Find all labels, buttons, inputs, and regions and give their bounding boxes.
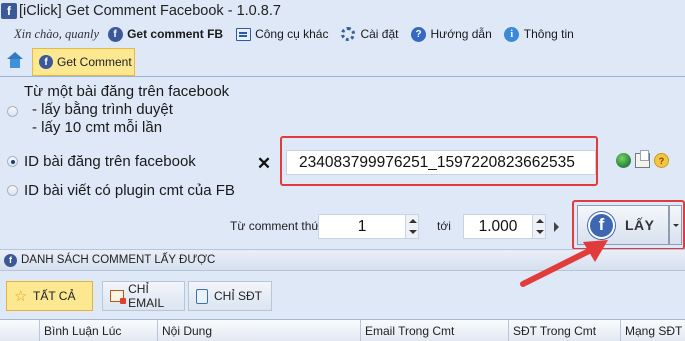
radio-plugin-id[interactable] xyxy=(7,185,18,196)
filter-phone-button[interactable]: CHỈ SĐT xyxy=(188,281,272,311)
paste-icon[interactable] xyxy=(635,150,650,168)
clear-icon[interactable]: ✕ xyxy=(254,154,274,174)
menu-get-comment-fb-label: Get comment FB xyxy=(127,27,224,41)
tools-icon xyxy=(235,26,251,42)
menu-info[interactable]: i Thông tin xyxy=(504,26,574,42)
app-facebook-icon: f xyxy=(1,3,17,19)
menu-settings[interactable]: Cài đặt xyxy=(340,26,399,42)
option-from-post-label: Từ một bài đăng trên facebook xyxy=(24,83,230,100)
globe-icon[interactable] xyxy=(616,153,631,168)
help-icon: ? xyxy=(411,26,427,42)
menu-other-tools-label: Công cụ khác xyxy=(255,27,329,41)
option-post-id-label: ID bài đăng trên facebook xyxy=(24,153,196,170)
filter-email-label: CHỈ EMAIL xyxy=(128,282,165,310)
mail-icon xyxy=(110,290,127,304)
facebook-icon: f xyxy=(107,26,123,42)
phone-icon xyxy=(196,288,208,304)
radio-from-post[interactable] xyxy=(7,106,18,117)
column-header-network[interactable]: Mạng SĐT xyxy=(620,320,685,341)
comment-list-title: DANH SÁCH COMMENT LẤY ĐƯỢC xyxy=(21,254,216,266)
filter-phone-label: CHỈ SĐT xyxy=(214,289,262,303)
tab-home[interactable] xyxy=(4,50,26,74)
play-arrow-icon xyxy=(554,222,559,232)
menu-other-tools[interactable]: Công cụ khác xyxy=(235,26,328,42)
window-title: [iClick] Get Comment Facebook - 1.0.8.7 xyxy=(19,3,281,19)
facebook-icon: f xyxy=(39,55,53,69)
menu-info-label: Thông tin xyxy=(523,27,574,41)
menu-bar: Xin chào, quanly f Get comment FB Công c… xyxy=(0,22,685,46)
get-button-dropdown[interactable] xyxy=(669,205,682,245)
filter-all-label: TẤT CẢ xyxy=(33,289,76,303)
greeting-text: Xin chào, quanly xyxy=(14,26,100,41)
tab-get-comment-label: Get Comment xyxy=(57,55,132,69)
from-comment-input[interactable]: 1 xyxy=(318,214,406,239)
option-from-post-sub2: - lấy 10 cmt mỗi lần xyxy=(32,119,163,136)
column-header-email[interactable]: Email Trong Cmt xyxy=(360,320,508,341)
filter-email-button[interactable]: CHỈ EMAIL xyxy=(102,281,185,311)
from-comment-spinner[interactable] xyxy=(405,214,419,239)
column-header-phone[interactable]: SĐT Trong Cmt xyxy=(508,320,620,341)
grid-header: Bình Luận Lúc Nội Dung Email Trong Cmt S… xyxy=(0,319,685,341)
info-icon: i xyxy=(504,26,520,42)
home-icon xyxy=(7,52,23,68)
radio-post-id[interactable] xyxy=(7,156,18,167)
filter-all-button[interactable]: ☆ TẤT CẢ xyxy=(6,281,93,311)
column-header-time[interactable]: Bình Luận Lúc xyxy=(39,320,157,341)
tab-get-comment[interactable]: f Get Comment xyxy=(32,48,135,76)
gear-icon xyxy=(340,26,356,42)
menu-help[interactable]: ? Hướng dẫn xyxy=(411,26,492,42)
menu-get-comment-fb[interactable]: f Get comment FB xyxy=(107,26,223,42)
option-from-post-sub1: - lấy bằng trình duyệt xyxy=(32,101,173,118)
question-bubble-icon[interactable]: ? xyxy=(654,153,669,168)
to-label: tới xyxy=(437,219,451,233)
title-bar: f [iClick] Get Comment Facebook - 1.0.8.… xyxy=(0,0,685,22)
annotation-arrow-icon xyxy=(520,240,608,287)
menu-help-label: Hướng dẫn xyxy=(430,27,492,41)
facebook-icon: f xyxy=(4,253,17,267)
menu-settings-label: Cài đặt xyxy=(360,27,399,41)
input-side-icons: ? xyxy=(616,150,669,168)
tab-bar: f Get Comment xyxy=(0,46,685,77)
star-icon: ☆ xyxy=(14,287,28,305)
column-header-content[interactable]: Nội Dung xyxy=(157,320,360,341)
get-button-label: LẤY xyxy=(625,217,655,233)
from-comment-label: Từ comment thứ xyxy=(230,219,320,233)
option-plugin-id-label: ID bài viết có plugin cmt của FB xyxy=(24,182,235,199)
highlight-box-post-id xyxy=(280,136,598,186)
